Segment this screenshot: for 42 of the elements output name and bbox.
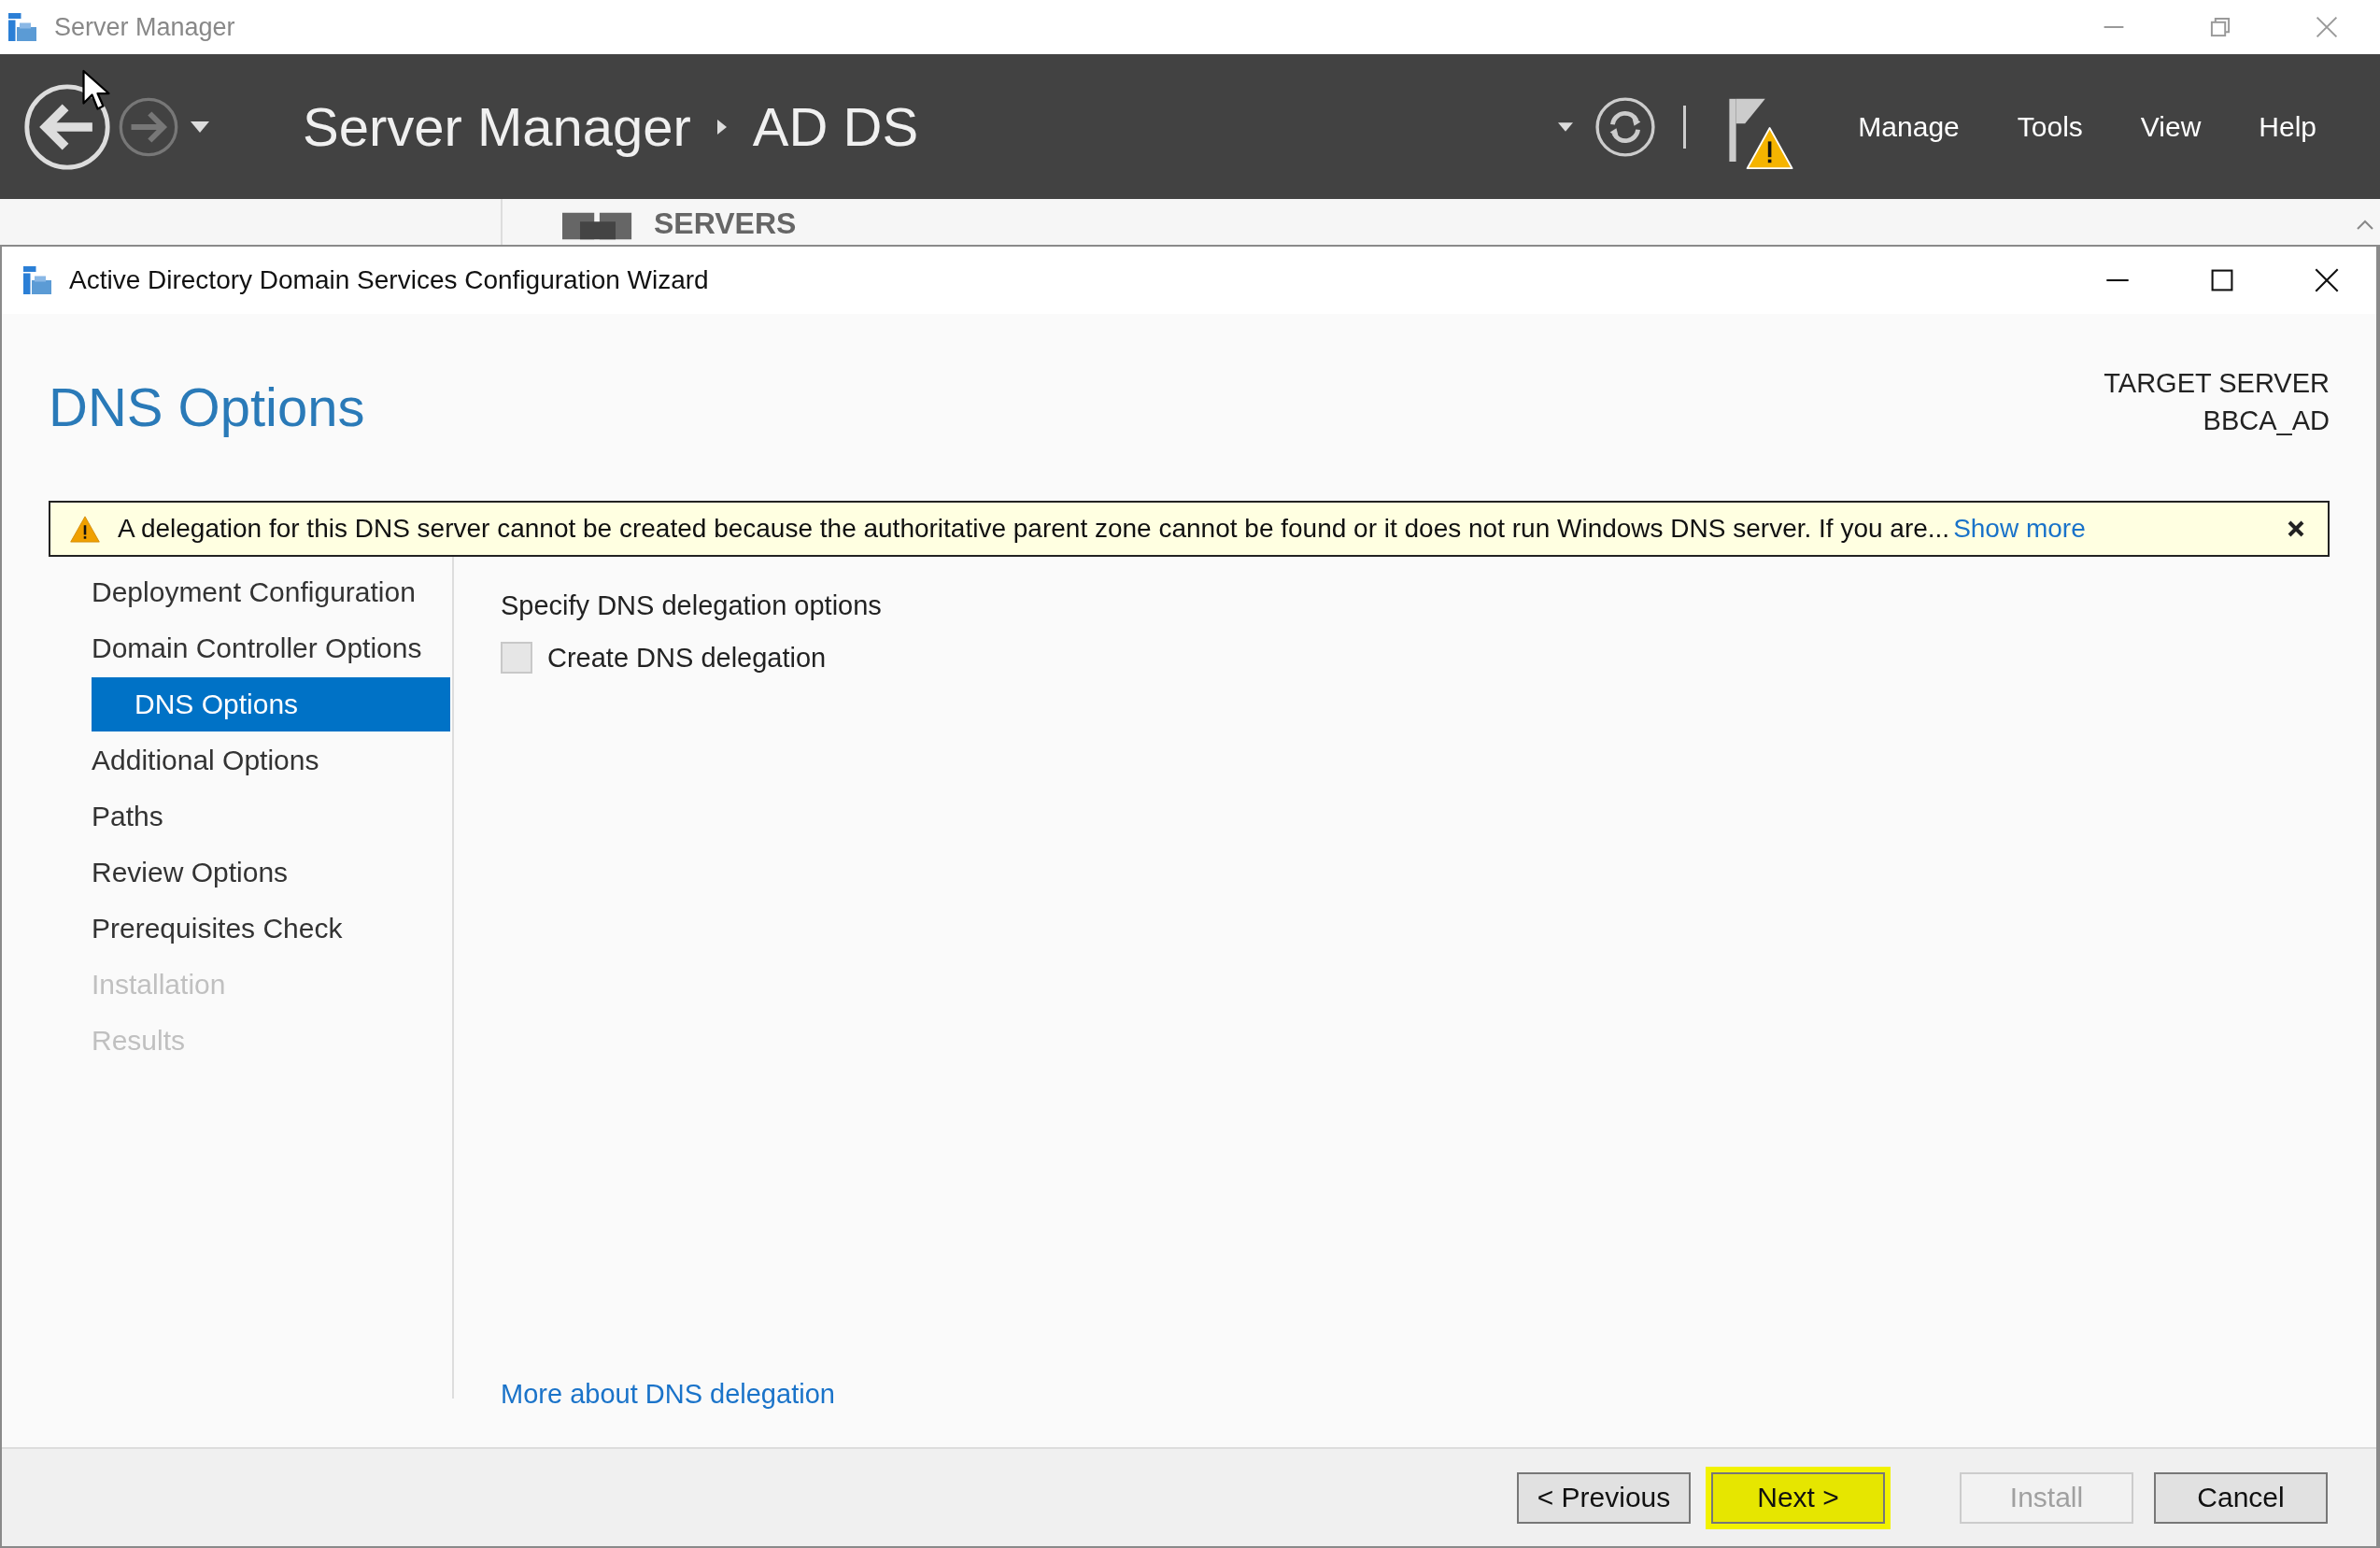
section-label: Specify DNS delegation options (501, 590, 883, 621)
window-title: Active Directory Domain Services Configuration Wizard (69, 265, 709, 295)
app-icon (6, 10, 39, 44)
wizard-step[interactable]: Prerequisites Check (92, 901, 450, 957)
window-title: Server Manager (54, 12, 235, 42)
dropdown-caret-icon[interactable] (1558, 121, 1574, 132)
help-link[interactable]: More about DNS delegation (501, 1379, 835, 1410)
maximize-icon[interactable] (2210, 268, 2234, 292)
show-more-link[interactable]: Show more (1953, 514, 2086, 544)
breadcrumb-item[interactable]: AD DS (752, 95, 919, 158)
checkbox-label[interactable]: Create DNS delegation (547, 642, 827, 674)
checkbox[interactable] (501, 642, 532, 674)
breadcrumb-item[interactable]: Server Manager (303, 95, 691, 158)
refresh-icon[interactable] (1594, 94, 1658, 159)
warning-message: A delegation for this DNS server cannot be created because the authoritative parent zone cannot be found or it does not run Windows DNS server. If you are... (118, 514, 1950, 544)
page-heading: DNS Options (49, 376, 365, 438)
menu-item[interactable]: Help (2259, 110, 2316, 143)
wizard-button[interactable]: < Previous (1517, 1471, 1691, 1524)
wizard-step[interactable]: Additional Options (92, 732, 450, 788)
wizard-step[interactable]: Domain Controller Options (92, 620, 450, 676)
menu-item[interactable]: Tools (2017, 110, 2083, 143)
close-icon[interactable] (2287, 519, 2305, 538)
wizard-step[interactable]: Paths (92, 788, 450, 845)
menu-item[interactable]: View (2140, 110, 2202, 143)
wizard-step[interactable]: DNS Options (92, 677, 450, 731)
target-server-label: TARGET SERVER (2104, 367, 2330, 400)
wizard-button[interactable]: Cancel (2154, 1471, 2328, 1524)
restore-icon[interactable] (2208, 15, 2232, 39)
warning-icon (69, 514, 101, 544)
app-icon (21, 263, 54, 297)
wizard-step[interactable]: Review Options (92, 845, 450, 901)
dropdown-caret-icon[interactable] (191, 121, 209, 133)
close-icon[interactable] (2315, 268, 2339, 292)
target-server-name: BBCA_AD (2203, 405, 2330, 437)
servers-icon (562, 212, 633, 240)
breadcrumb-arrow-icon (716, 119, 727, 135)
scroll-up-icon[interactable] (2356, 220, 2374, 231)
mouse-cursor-icon (82, 69, 110, 112)
wizard-step[interactable]: Deployment Configuration (92, 564, 450, 620)
back-icon[interactable] (22, 81, 112, 172)
section-heading: SERVERS (654, 208, 797, 238)
menu-item[interactable]: Manage (1858, 110, 1960, 143)
